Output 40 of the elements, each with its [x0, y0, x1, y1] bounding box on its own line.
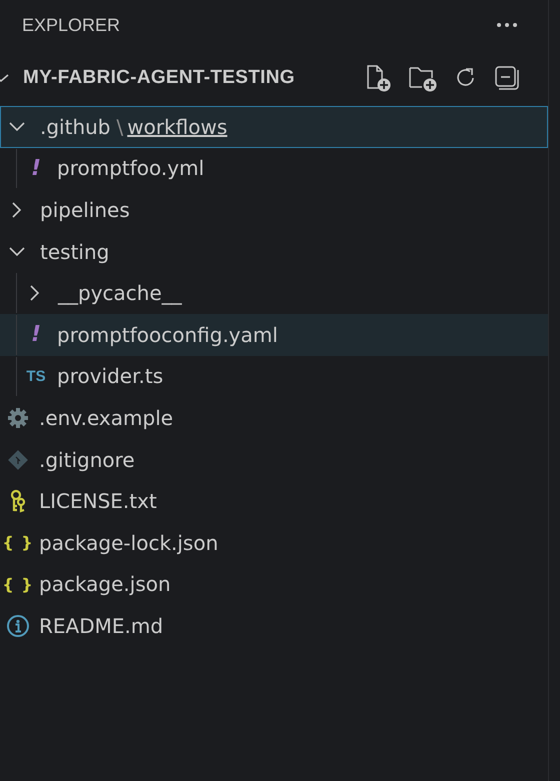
- info-icon: [6, 614, 30, 638]
- tree-item[interactable]: ! promptfoo.yml: [0, 148, 548, 190]
- path-separator: \: [116, 114, 124, 139]
- tree-item[interactable]: ! promptfooconfig.yaml: [0, 314, 548, 356]
- collapse-all-icon[interactable]: [494, 65, 520, 91]
- folder-name[interactable]: workflows: [127, 114, 228, 139]
- tree-item[interactable]: TS provider.ts: [0, 356, 548, 398]
- tree-item[interactable]: { } package.json: [0, 564, 548, 606]
- file-name[interactable]: package-lock.json: [39, 530, 218, 555]
- file-name[interactable]: LICENSE.txt: [39, 489, 157, 514]
- file-name[interactable]: .env.example: [39, 406, 174, 430]
- file-name[interactable]: README.md: [39, 614, 164, 638]
- file-name[interactable]: .gitignore: [39, 448, 135, 472]
- file-name[interactable]: promptfooconfig.yaml: [57, 322, 278, 347]
- more-icon[interactable]: [496, 22, 518, 28]
- typescript-icon: TS: [26, 368, 46, 385]
- folder-name[interactable]: pipelines: [40, 198, 130, 222]
- braces-icon: { }: [2, 533, 34, 552]
- tree-item[interactable]: .env.example: [0, 397, 548, 439]
- file-name[interactable]: promptfoo.yml: [57, 156, 204, 180]
- tree-item[interactable]: pipelines: [0, 189, 548, 231]
- chevron-icon[interactable]: [0, 72, 9, 84]
- tree-item[interactable]: README.md: [0, 605, 548, 647]
- tree-item[interactable]: { } package-lock.json: [0, 522, 548, 564]
- file-name[interactable]: provider.ts: [57, 364, 164, 388]
- folder-name[interactable]: __pycache__: [58, 281, 182, 306]
- panel-title: EXPLORER: [22, 14, 120, 36]
- exclamation-icon: !: [30, 156, 42, 181]
- file-name[interactable]: package.json: [39, 572, 171, 596]
- tree-item[interactable]: __pycache__: [0, 272, 548, 314]
- tree-item[interactable]: LICENSE.txt: [0, 480, 548, 522]
- folder-name[interactable]: .github: [40, 114, 110, 139]
- gear-icon: [7, 406, 29, 429]
- tree-item[interactable]: .gitignore: [0, 438, 548, 480]
- project-name[interactable]: MY-FABRIC-AGENT-TESTING: [23, 67, 364, 89]
- tree-item[interactable]: .github \ workflows: [0, 106, 548, 148]
- folder-name[interactable]: testing: [40, 240, 110, 264]
- exclamation-icon: !: [30, 322, 42, 348]
- tree-item[interactable]: testing: [0, 230, 548, 272]
- braces-icon: { }: [2, 574, 34, 594]
